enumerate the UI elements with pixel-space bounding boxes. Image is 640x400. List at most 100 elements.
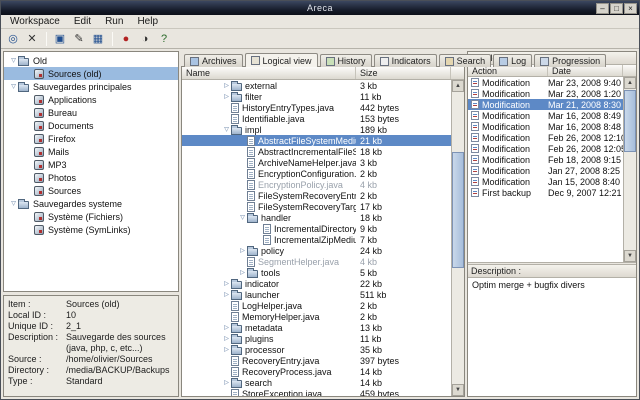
file-tree-row[interactable]: EncryptionConfiguration.java 2 kb [182,168,451,179]
file-tree-row[interactable]: SegmentHelper.java 4 kb [182,256,451,267]
expand-arrow-icon[interactable] [9,84,18,90]
tab[interactable]: Archives [184,54,243,67]
file-tree-row[interactable]: LogHelper.java 2 kb [182,300,451,311]
history-icon[interactable]: ◑ [136,31,154,47]
file-tree-row[interactable]: Identifiable.java 153 bytes [182,113,451,124]
delete-target-icon[interactable]: ✕ [23,31,41,47]
backup-icon[interactable]: ● [117,31,135,47]
file-tree-row[interactable]: FileSystemRecoveryEntry.java 2 kb [182,190,451,201]
workspace-tree-row[interactable]: Sauvegardes systeme [4,197,178,210]
workspace-tree-row[interactable]: Photos [4,171,178,184]
expand-arrow-icon[interactable] [222,336,231,342]
workspace-tree-row[interactable]: Sources (old) [4,67,178,80]
file-tree-row[interactable]: RecoveryProcess.java 14 kb [182,366,451,377]
file-tree-row[interactable]: policy 24 kb [182,245,451,256]
history-row[interactable]: Modification Feb 26, 2008 12:05 AM [468,143,623,154]
file-tree-row[interactable]: AbstractIncrementalFileSystemMedi 18 kb [182,146,451,157]
title-bar[interactable]: Areca – □ × [1,1,639,15]
tab[interactable]: Log [493,54,532,67]
file-tree-row[interactable]: filter 11 kb [182,91,451,102]
workspace-tree-row[interactable]: Système (Fichiers) [4,210,178,223]
file-tree-row[interactable]: AbstractFileSystemMedium.java 21 kb [182,135,451,146]
workspace-tree-row[interactable]: Système (SymLinks) [4,223,178,236]
file-tree-row[interactable]: IncrementalDirectoryMedium.java 9 kb [182,223,451,234]
expand-arrow-icon[interactable] [238,215,247,221]
file-tree-row[interactable]: plugins 11 kb [182,333,451,344]
expand-arrow-icon[interactable] [222,347,231,353]
file-tree-row[interactable]: StoreException.java 459 bytes [182,388,451,396]
scroll-up-icon[interactable]: ▲ [624,77,636,89]
history-row[interactable]: First backup Dec 9, 2007 12:21 PM [468,187,623,198]
history-row[interactable]: Modification Mar 16, 2008 8:49 PM [468,110,623,121]
new-target-icon[interactable]: ◎ [4,31,22,47]
scrollbar-thumb[interactable] [624,90,636,152]
column-header-size[interactable]: Size [356,67,451,79]
file-tree-row[interactable]: FileSystemRecoveryTarget.java 17 kb [182,201,451,212]
expand-arrow-icon[interactable] [222,292,231,298]
duplicate-target-icon[interactable]: ▣ [51,31,69,47]
edit-target-icon[interactable]: ✎ [70,31,88,47]
expand-arrow-icon[interactable] [238,270,247,276]
maximize-button[interactable]: □ [610,3,623,14]
expand-arrow-icon[interactable] [238,248,247,254]
file-tree-row[interactable]: HistoryEntryTypes.java 442 bytes [182,102,451,113]
history-row[interactable]: Modification Jan 15, 2008 8:40 PM [468,176,623,187]
tab[interactable]: Search [439,54,492,67]
close-button[interactable]: × [624,3,637,14]
workspace-tree-row[interactable]: Documents [4,119,178,132]
menu-item[interactable]: Run [98,16,130,27]
file-tree-row[interactable]: IncrementalZipMedium.java 7 kb [182,234,451,245]
vertical-scrollbar[interactable]: ▲ ▼ [451,80,464,396]
file-tree-row[interactable]: search 14 kb [182,377,451,388]
file-tree-row[interactable]: tools 5 kb [182,267,451,278]
expand-arrow-icon[interactable] [222,325,231,331]
description-box[interactable]: Optim merge + bugfix divers [468,278,636,396]
file-tree-row[interactable]: handler 18 kb [182,212,451,223]
file-tree-row[interactable]: impl 189 kb [182,124,451,135]
scroll-down-icon[interactable]: ▼ [452,384,464,396]
file-tree-row[interactable]: ArchiveNameHelper.java 3 kb [182,157,451,168]
help-icon[interactable]: ? [155,31,173,47]
expand-arrow-icon[interactable] [222,127,231,133]
file-tree-row[interactable]: RecoveryEntry.java 397 bytes [182,355,451,366]
expand-arrow-icon[interactable] [222,380,231,386]
file-tree-row[interactable]: launcher 511 kb [182,289,451,300]
workspace-tree-row[interactable]: Bureau [4,106,178,119]
menu-item[interactable]: Workspace [3,16,67,27]
workspace-tree-row[interactable]: Mails [4,145,178,158]
file-tree-row[interactable]: external 3 kb [182,80,451,91]
expand-arrow-icon[interactable] [222,281,231,287]
tab[interactable]: Logical view [245,53,318,67]
tab[interactable]: Indicators [374,54,437,67]
file-tree-row[interactable]: EncryptionPolicy.java 4 kb [182,179,451,190]
workspace-tree-row[interactable]: Old [4,54,178,67]
history-row[interactable]: Modification Mar 23, 2008 1:20 PM [468,88,623,99]
expand-arrow-icon[interactable] [9,58,18,64]
expand-arrow-icon[interactable] [222,83,231,89]
workspace-tree-row[interactable]: MP3 [4,158,178,171]
file-tree-row[interactable]: MemoryHelper.java 2 kb [182,311,451,322]
menu-item[interactable]: Edit [67,16,98,27]
history-row[interactable]: Modification Mar 16, 2008 8:48 PM [468,121,623,132]
menu-item[interactable]: Help [130,16,165,27]
history-row[interactable]: Modification Jan 27, 2008 8:25 PM [468,165,623,176]
workspace-tree-row[interactable]: Sources [4,184,178,197]
history-row[interactable]: Modification Mar 23, 2008 9:40 PM [468,77,623,88]
workspace-tree-row[interactable]: Applications [4,93,178,106]
file-tree-row[interactable]: metadata 13 kb [182,322,451,333]
column-header-name[interactable]: Name [182,67,356,79]
tab[interactable]: Progression [534,54,606,67]
expand-arrow-icon[interactable] [222,94,231,100]
minimize-button[interactable]: – [596,3,609,14]
view-icon[interactable]: ▦ [89,31,107,47]
file-tree-row[interactable]: indicator 22 kb [182,278,451,289]
vertical-scrollbar[interactable]: ▲ ▼ [623,77,636,262]
tab[interactable]: History [320,54,372,67]
expand-arrow-icon[interactable] [9,201,18,207]
workspace-tree-row[interactable]: Firefox [4,132,178,145]
history-row[interactable]: Modification Mar 21, 2008 8:30 PM [468,99,623,110]
scroll-down-icon[interactable]: ▼ [624,250,636,262]
history-row[interactable]: Modification Feb 18, 2008 9:15 PM [468,154,623,165]
scrollbar-thumb[interactable] [452,152,464,268]
file-tree-row[interactable]: processor 35 kb [182,344,451,355]
